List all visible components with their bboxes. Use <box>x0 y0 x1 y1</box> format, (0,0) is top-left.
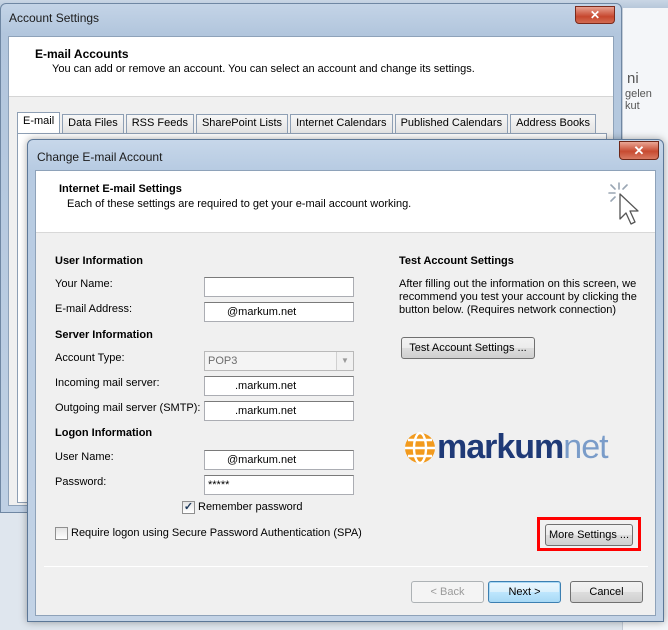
checkmark-icon: ✓ <box>183 501 194 513</box>
logo-text-net: net <box>563 428 608 466</box>
your-name-field[interactable] <box>204 277 354 297</box>
logon-information-heading: Logon Information <box>55 427 153 439</box>
test-account-description: After filling out the information on thi… <box>399 278 637 316</box>
account-type-label: Account Type: <box>55 352 125 364</box>
outgoing-server-field[interactable]: .markum.net <box>204 401 354 421</box>
tab-internet-calendars[interactable]: Internet Calendars <box>290 114 393 133</box>
back-button[interactable]: < Back <box>411 581 484 603</box>
tab-rss-feeds[interactable]: RSS Feeds <box>125 114 194 133</box>
account-type-value: POP3 <box>208 355 238 367</box>
tab-strip: E-mail Data Files RSS Feeds SharePoint L… <box>17 112 598 133</box>
window-title: Account Settings <box>9 11 100 25</box>
test-account-heading: Test Account Settings <box>399 255 514 267</box>
server-information-heading: Server Information <box>55 329 153 341</box>
footer-divider <box>44 566 648 567</box>
tab-sharepoint-lists[interactable]: SharePoint Lists <box>195 114 289 133</box>
cancel-button[interactable]: Cancel <box>570 581 643 603</box>
your-name-label: Your Name: <box>55 278 113 290</box>
spa-label: Require logon using Secure Password Auth… <box>71 527 362 539</box>
internet-email-settings-header: Internet E-mail Settings Each of these s… <box>36 171 655 233</box>
close-button[interactable]: ✕ <box>575 6 615 24</box>
user-name-label: User Name: <box>55 451 114 463</box>
account-type-select: POP3 ▼ <box>204 351 354 371</box>
globe-icon <box>405 431 435 464</box>
email-address-field[interactable]: @markum.net <box>204 302 354 322</box>
password-field[interactable]: ***** <box>204 475 354 495</box>
tab-published-calendars[interactable]: Published Calendars <box>394 114 509 133</box>
header-description: You can add or remove an account. You ca… <box>52 63 475 75</box>
header-title: E-mail Accounts <box>35 47 129 61</box>
remember-password-label: Remember password <box>198 501 303 513</box>
logo-text-markum: markum <box>437 428 564 466</box>
dialog-body: Internet E-mail Settings Each of these s… <box>35 170 656 616</box>
header-title: Internet E-mail Settings <box>59 183 182 195</box>
more-settings-button[interactable]: More Settings ... <box>545 524 633 546</box>
email-accounts-header: E-mail Accounts You can add or remove an… <box>9 37 613 97</box>
dialog-close-button[interactable]: ✕ <box>619 141 659 160</box>
change-email-account-dialog: Change E-mail Account ✕ Internet E-mail … <box>27 139 664 622</box>
incoming-server-field[interactable]: .markum.net <box>204 376 354 396</box>
chevron-down-icon: ▼ <box>336 352 353 370</box>
background-text-fragment: ni <box>627 70 639 87</box>
tab-address-books[interactable]: Address Books <box>510 114 597 133</box>
test-account-settings-button[interactable]: Test Account Settings ... <box>401 337 535 359</box>
incoming-server-label: Incoming mail server: <box>55 377 160 389</box>
dialog-title: Change E-mail Account <box>37 150 163 164</box>
next-button[interactable]: Next > <box>488 581 561 603</box>
spa-checkbox[interactable] <box>55 527 68 540</box>
close-icon: ✕ <box>633 143 645 158</box>
password-label: Password: <box>55 476 107 488</box>
user-name-field[interactable]: @markum.net <box>204 450 354 470</box>
user-information-heading: User Information <box>55 255 144 267</box>
tab-email[interactable]: E-mail <box>17 112 61 133</box>
background-text-fragment: gelen kut <box>625 88 652 112</box>
remember-password-checkbox[interactable]: ✓ <box>182 501 195 514</box>
header-description: Each of these settings are required to g… <box>67 198 412 210</box>
outgoing-server-label: Outgoing mail server (SMTP): <box>55 402 201 414</box>
close-icon: ✕ <box>589 8 601 22</box>
markum-logo: markum net <box>403 428 609 467</box>
cursor-click-icon <box>608 182 639 225</box>
email-address-label: E-mail Address: <box>55 303 133 315</box>
tab-data-files[interactable]: Data Files <box>62 114 124 133</box>
